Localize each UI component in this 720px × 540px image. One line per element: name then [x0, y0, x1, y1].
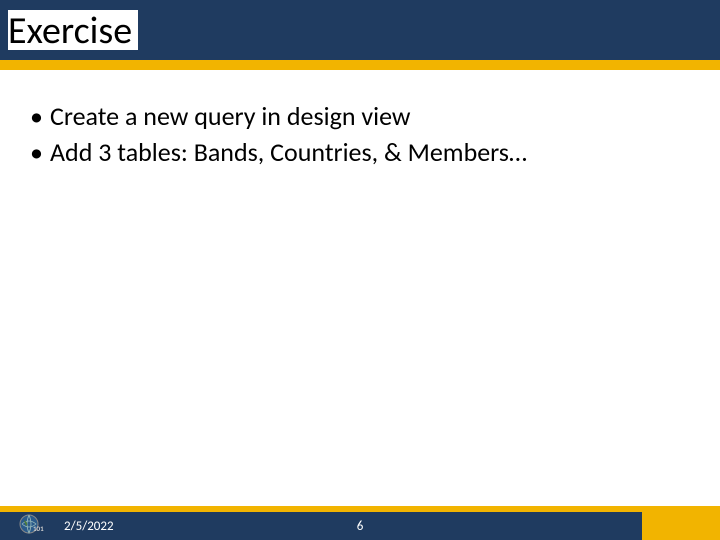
footer-page-number: 6 [357, 519, 364, 534]
title-accent-bar [0, 60, 720, 70]
svg-text:101: 101 [33, 524, 44, 533]
title-bar: Exercise [0, 0, 720, 70]
slide: Exercise Create a new query in design vi… [0, 0, 720, 540]
footer-bar: 101 2/5/2022 6 [0, 512, 720, 540]
slide-content: Create a new query in design view Add 3 … [28, 100, 692, 172]
globe-logo-icon: 101 [18, 513, 44, 535]
bullet-list: Create a new query in design view Add 3 … [28, 100, 692, 170]
title-background: Exercise [0, 0, 720, 60]
bullet-item: Create a new query in design view [28, 100, 692, 134]
footer-right-accent [642, 512, 720, 540]
bullet-item: Add 3 tables: Bands, Countries, & Member… [28, 136, 692, 170]
slide-title: Exercise [8, 10, 138, 50]
footer-date: 2/5/2022 [64, 519, 114, 534]
